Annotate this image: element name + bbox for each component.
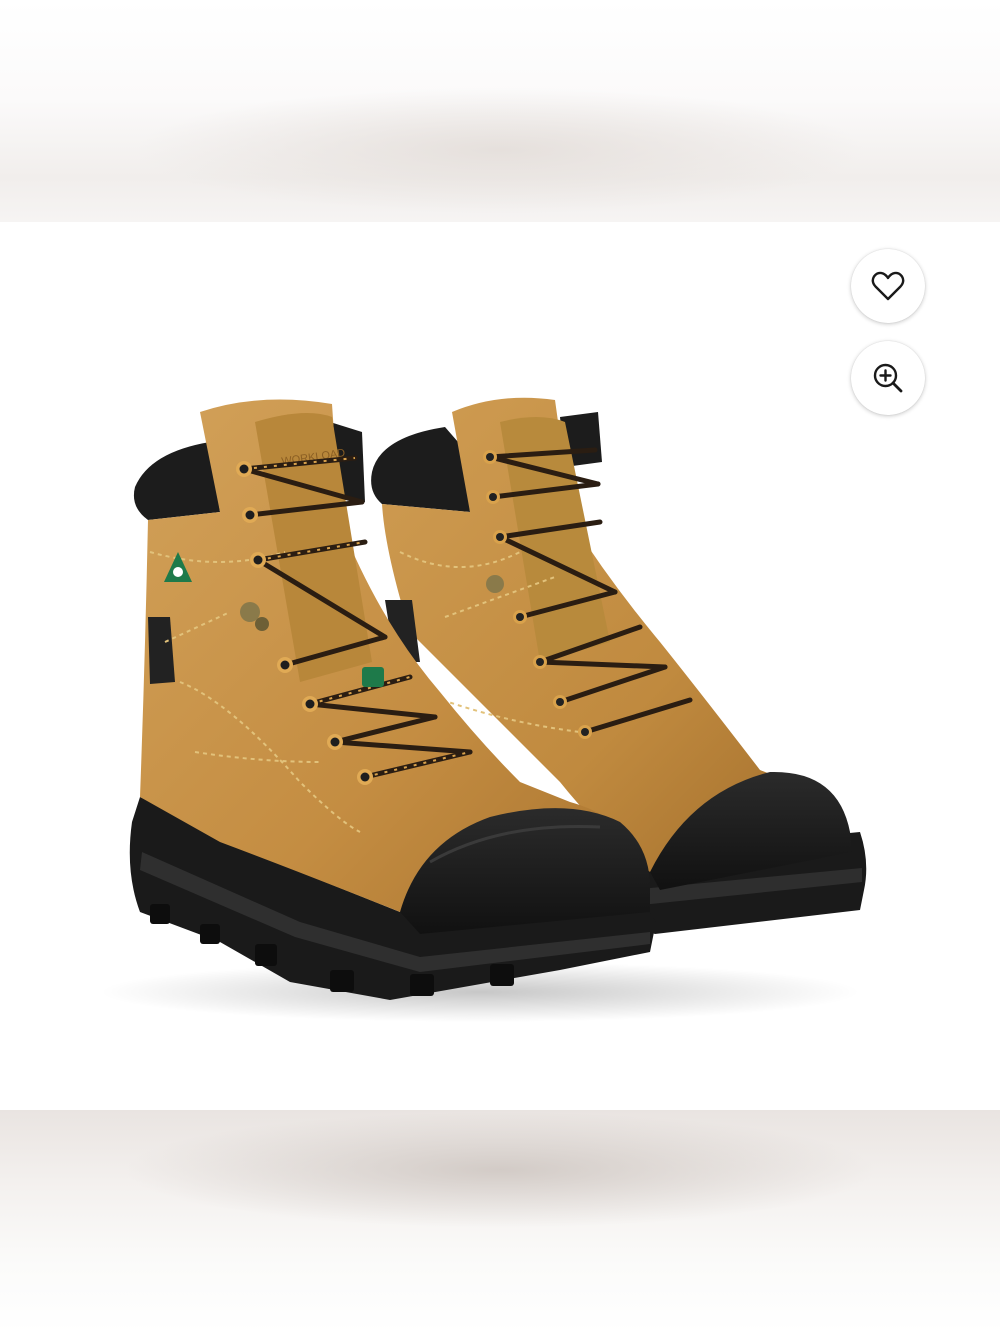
zoom-in-icon	[873, 363, 903, 393]
favorite-button[interactable]: Add to favourites	[851, 249, 925, 323]
blurred-backdrop-top	[0, 0, 1000, 222]
boots-illustration: WORKLOAD	[100, 397, 867, 1022]
zoom-button[interactable]: Zoom image	[851, 341, 925, 415]
blurred-backdrop-bottom	[0, 1110, 1000, 1333]
product-image[interactable]: Tan nubuck work boots with black toe cap…	[0, 222, 1000, 1110]
product-gallery-page: Tan nubuck work boots with black toe cap…	[0, 0, 1000, 1333]
heart-icon	[871, 271, 905, 301]
